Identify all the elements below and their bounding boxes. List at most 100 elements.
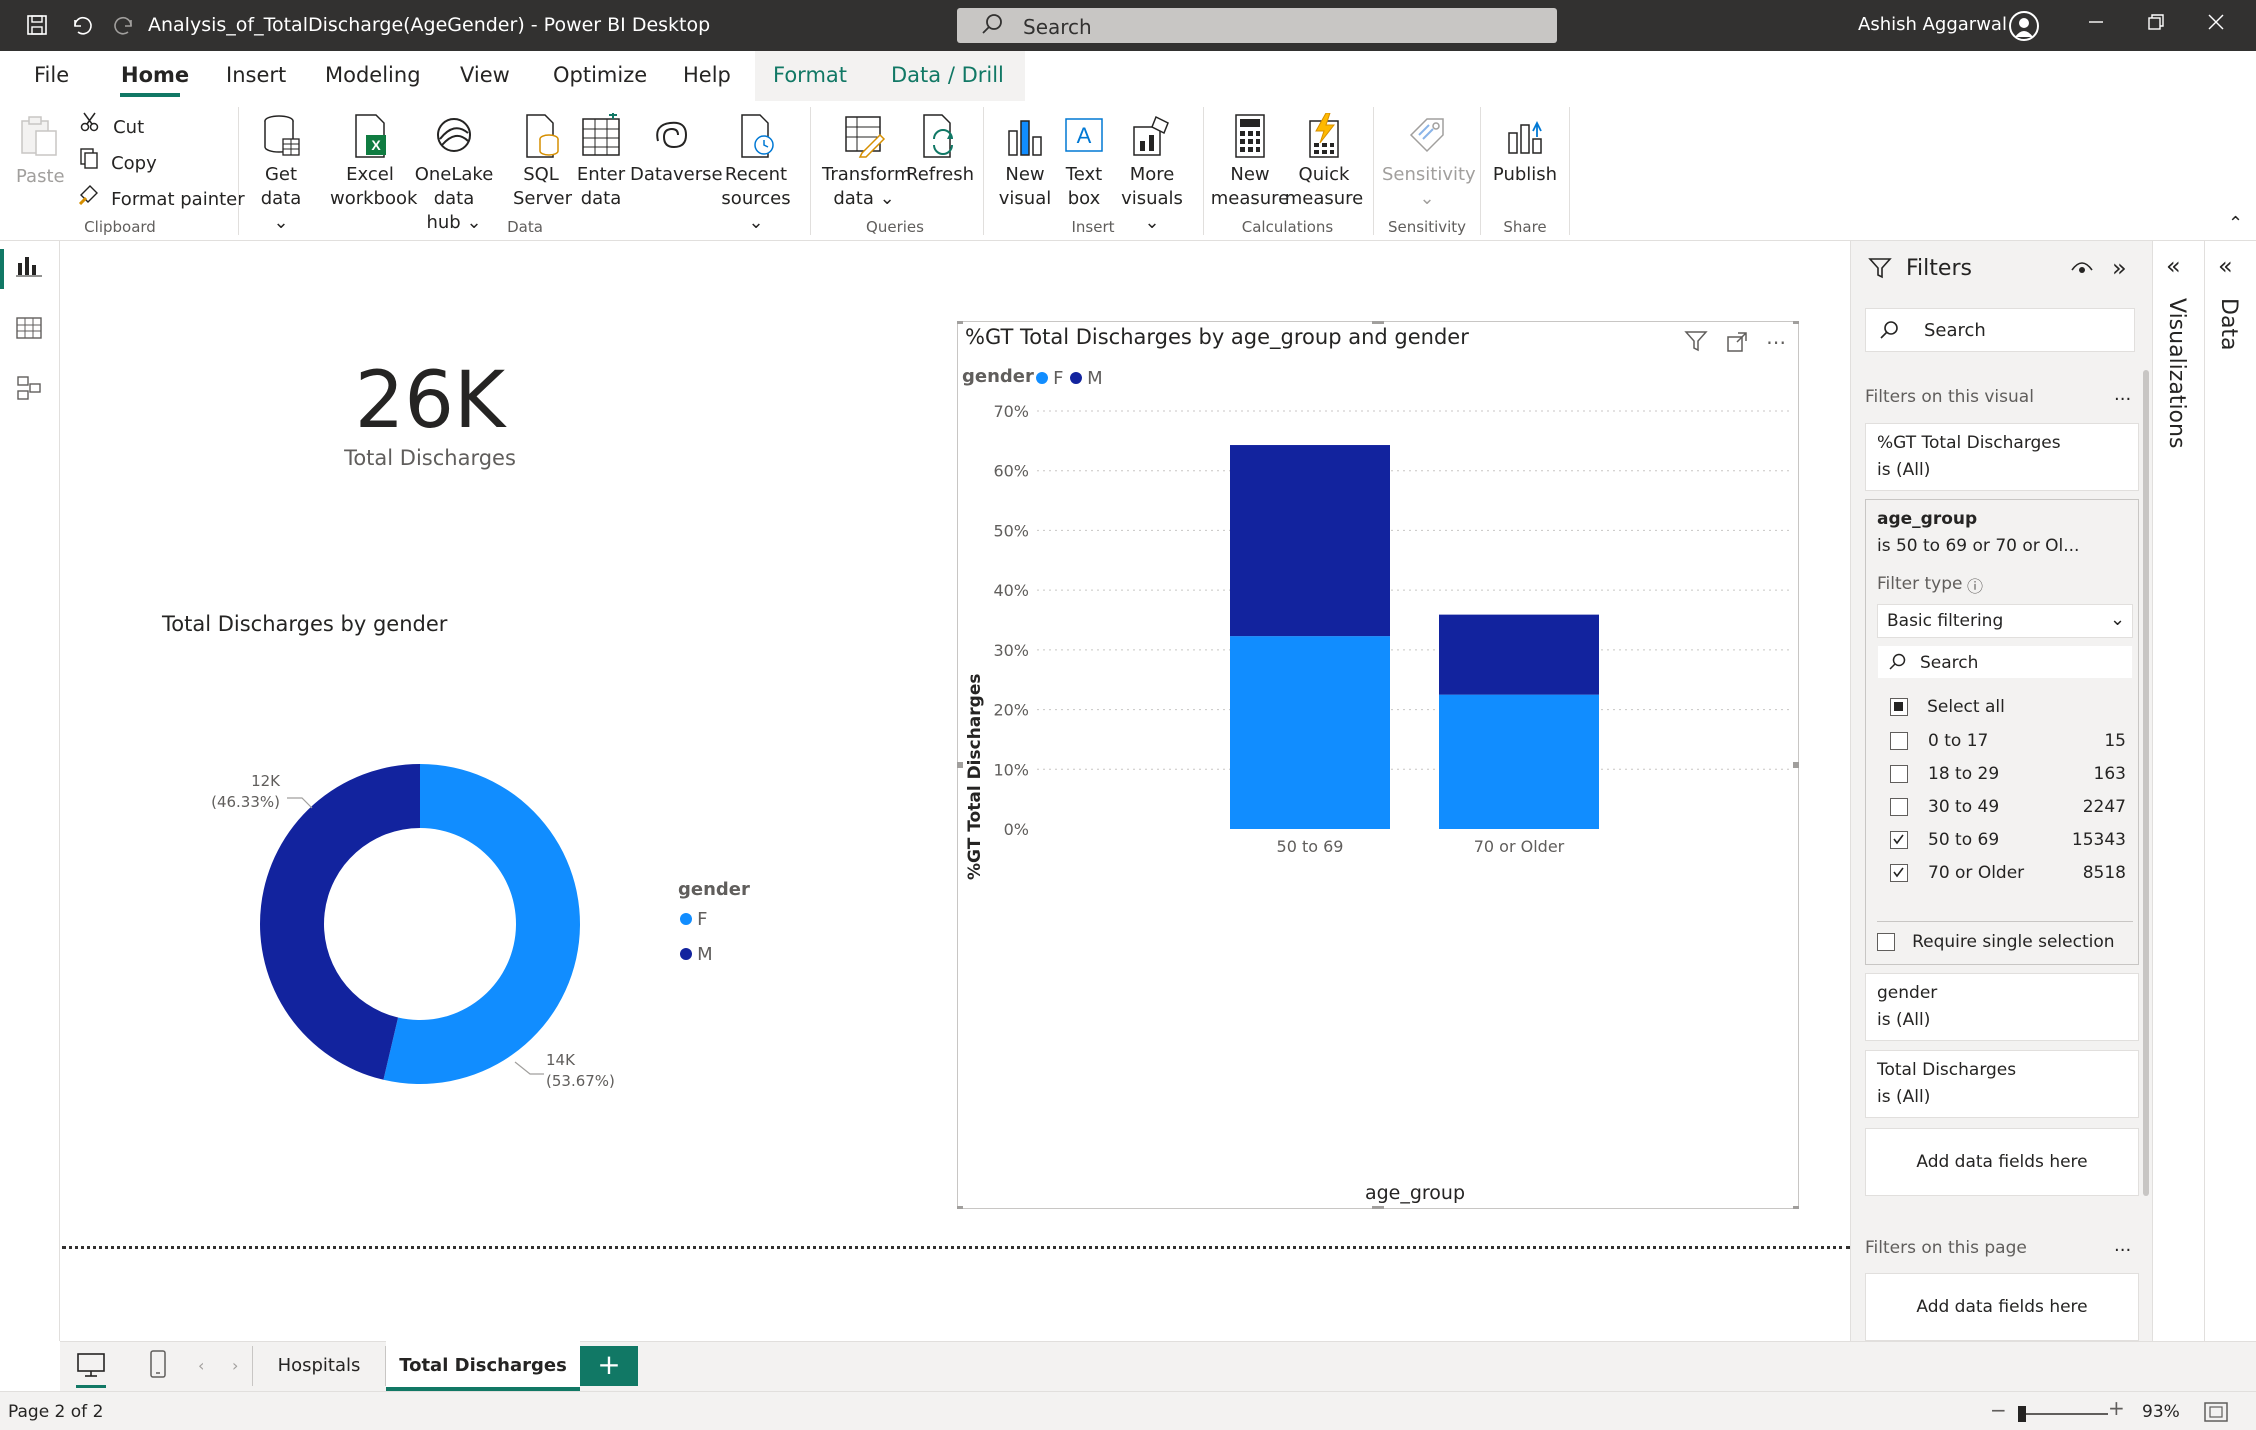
publish-button[interactable]: Publish xyxy=(1490,113,1560,187)
add-page-button[interactable]: + xyxy=(580,1346,638,1386)
filters-visual-more[interactable]: ... xyxy=(2114,384,2131,405)
tab-format[interactable]: Format xyxy=(773,63,847,87)
expand-data-icon[interactable]: « xyxy=(2218,252,2233,280)
eye-icon[interactable] xyxy=(2070,258,2094,282)
checkbox-checked[interactable] xyxy=(1890,831,1908,849)
donut-legend-item-m[interactable]: M xyxy=(680,944,713,965)
zoom-in-icon[interactable]: + xyxy=(2108,1396,2125,1420)
desktop-layout-icon[interactable] xyxy=(76,1351,106,1383)
model-view-icon[interactable] xyxy=(16,375,42,405)
bar-f-0[interactable] xyxy=(1230,636,1390,829)
checkbox-checked[interactable] xyxy=(1890,864,1908,882)
fit-to-page-icon[interactable] xyxy=(2204,1402,2228,1426)
filter-option-row[interactable]: 50 to 69 15343 xyxy=(1890,828,2126,852)
resize-handle[interactable] xyxy=(1793,321,1799,324)
minimize-icon[interactable] xyxy=(2076,8,2116,42)
filters-page-more[interactable]: ... xyxy=(2114,1235,2131,1256)
bar-m-1[interactable] xyxy=(1439,614,1599,695)
bar-chart[interactable]: 0% 10% 20% 30% 40% 50% 60% 70% 50 to 69 70 or Ol… xyxy=(957,321,1799,1209)
collapse-ribbon-icon[interactable]: ⌃ xyxy=(2228,213,2243,234)
info-icon[interactable]: ⓘ xyxy=(1967,573,1983,597)
tab-help[interactable]: Help xyxy=(683,63,731,87)
dataverse-button[interactable]: Dataverse xyxy=(630,113,723,187)
require-single-checkbox[interactable]: Require single selection xyxy=(1877,931,2115,952)
cut-button[interactable]: Cut xyxy=(80,111,144,138)
save-icon[interactable] xyxy=(22,10,52,40)
tab-data-drill[interactable]: Data / Drill xyxy=(891,63,1004,87)
zoom-slider[interactable] xyxy=(2018,1413,2108,1415)
resize-handle[interactable] xyxy=(957,762,963,768)
bar-f-1[interactable] xyxy=(1439,694,1599,829)
undo-icon[interactable] xyxy=(66,10,96,40)
filter-type-dropdown[interactable]: Basic filtering ⌄ xyxy=(1877,604,2133,638)
filter-option-row[interactable]: 18 to 29 163 xyxy=(1890,762,2126,786)
resize-handle[interactable] xyxy=(1372,321,1384,324)
page-tab-hospitals[interactable]: Hospitals xyxy=(253,1341,385,1391)
more-visuals-button[interactable]: More visuals ⌄ xyxy=(1112,113,1192,235)
resize-handle[interactable] xyxy=(1793,762,1799,768)
previous-page-icon[interactable]: ‹ xyxy=(198,1356,204,1375)
data-tab[interactable]: Data xyxy=(2216,298,2241,351)
checkbox-unchecked[interactable] xyxy=(1890,765,1908,783)
checkbox-unchecked[interactable] xyxy=(1890,732,1908,750)
visualizations-tab[interactable]: Visualizations xyxy=(2164,298,2189,448)
new-measure-button[interactable]: New measure xyxy=(1210,113,1290,211)
table-view-icon[interactable] xyxy=(16,316,42,344)
page-tab-total-discharges[interactable]: Total Discharges xyxy=(386,1341,580,1391)
add-fields-visual-dropzone[interactable]: Add data fields here xyxy=(1865,1128,2139,1196)
resize-handle[interactable] xyxy=(957,321,963,324)
filter-card[interactable]: gender is (All) xyxy=(1865,973,2139,1041)
close-icon[interactable] xyxy=(2196,8,2236,42)
recent-sources-button[interactable]: Recent sources ⌄ xyxy=(714,113,798,235)
refresh-button[interactable]: Refresh xyxy=(906,113,974,187)
enter-data-button[interactable]: Enter data xyxy=(574,111,628,211)
resize-handle[interactable] xyxy=(1372,1206,1384,1209)
select-all-checkbox[interactable]: Select all xyxy=(1890,696,2005,717)
filter-list-search[interactable]: Search xyxy=(1877,645,2133,679)
tab-view[interactable]: View xyxy=(460,63,510,87)
filters-scrollbar[interactable] xyxy=(2143,370,2149,1196)
get-data-button[interactable]: Get data ⌄ xyxy=(256,113,306,235)
zoom-slider-thumb[interactable] xyxy=(2018,1406,2026,1422)
user-name[interactable]: Ashish Aggarwal xyxy=(1858,14,2007,35)
add-fields-page-dropzone[interactable]: Add data fields here xyxy=(1865,1273,2139,1341)
avatar[interactable] xyxy=(2009,11,2039,41)
title-search-box[interactable]: Search xyxy=(957,8,1557,43)
new-visual-button[interactable]: New visual xyxy=(998,113,1052,211)
publish-icon xyxy=(1508,120,1542,154)
search-placeholder: Search xyxy=(1023,15,1092,39)
onelake-hub-button[interactable]: OneLake data hub ⌄ xyxy=(396,113,512,235)
bar-m-0[interactable] xyxy=(1230,445,1390,637)
text-box-button[interactable]: A Text box xyxy=(1058,113,1110,211)
format-painter-button[interactable]: Format painter xyxy=(78,183,245,210)
filter-card[interactable]: Total Discharges is (All) xyxy=(1865,1050,2139,1118)
sql-server-button[interactable]: SQL Server xyxy=(513,113,572,211)
resize-handle[interactable] xyxy=(957,1206,963,1209)
filter-option-row[interactable]: 0 to 17 15 xyxy=(1890,729,2126,753)
resize-handle[interactable] xyxy=(1793,1206,1799,1209)
filters-search-box[interactable]: Search xyxy=(1865,308,2135,352)
filter-option-row[interactable]: 70 or Older 8518 xyxy=(1890,861,2126,885)
filter-option-row[interactable]: 30 to 49 2247 xyxy=(1890,795,2126,819)
tab-optimize[interactable]: Optimize xyxy=(553,63,647,87)
tab-home[interactable]: Home xyxy=(121,63,189,87)
next-page-icon[interactable]: › xyxy=(232,1356,238,1375)
donut-legend-item-f[interactable]: F xyxy=(680,909,707,930)
copy-button[interactable]: Copy xyxy=(78,147,157,174)
tab-modeling[interactable]: Modeling xyxy=(325,63,421,87)
checkbox-unchecked[interactable] xyxy=(1890,798,1908,816)
transform-data-button[interactable]: Transform data ⌄ xyxy=(822,113,912,211)
paste-button[interactable]: Paste xyxy=(16,113,65,189)
tab-insert[interactable]: Insert xyxy=(226,63,286,87)
collapse-filters-icon[interactable]: » xyxy=(2112,254,2127,282)
restore-icon[interactable] xyxy=(2136,8,2176,42)
tab-file[interactable]: File xyxy=(34,63,69,87)
filter-card[interactable]: %GT Total Discharges is (All) xyxy=(1865,423,2139,491)
quick-measure-button[interactable]: Quick measure xyxy=(1282,112,1366,211)
zoom-out-icon[interactable]: − xyxy=(1990,1398,2007,1422)
expand-visualizations-icon[interactable]: « xyxy=(2166,252,2181,280)
redo-icon[interactable] xyxy=(110,10,140,40)
filter-card-expanded[interactable]: age_group is 50 to 69 or 70 or Ol... Fil… xyxy=(1865,499,2139,965)
mobile-layout-icon[interactable] xyxy=(148,1349,168,1383)
report-view-icon[interactable] xyxy=(16,255,42,281)
